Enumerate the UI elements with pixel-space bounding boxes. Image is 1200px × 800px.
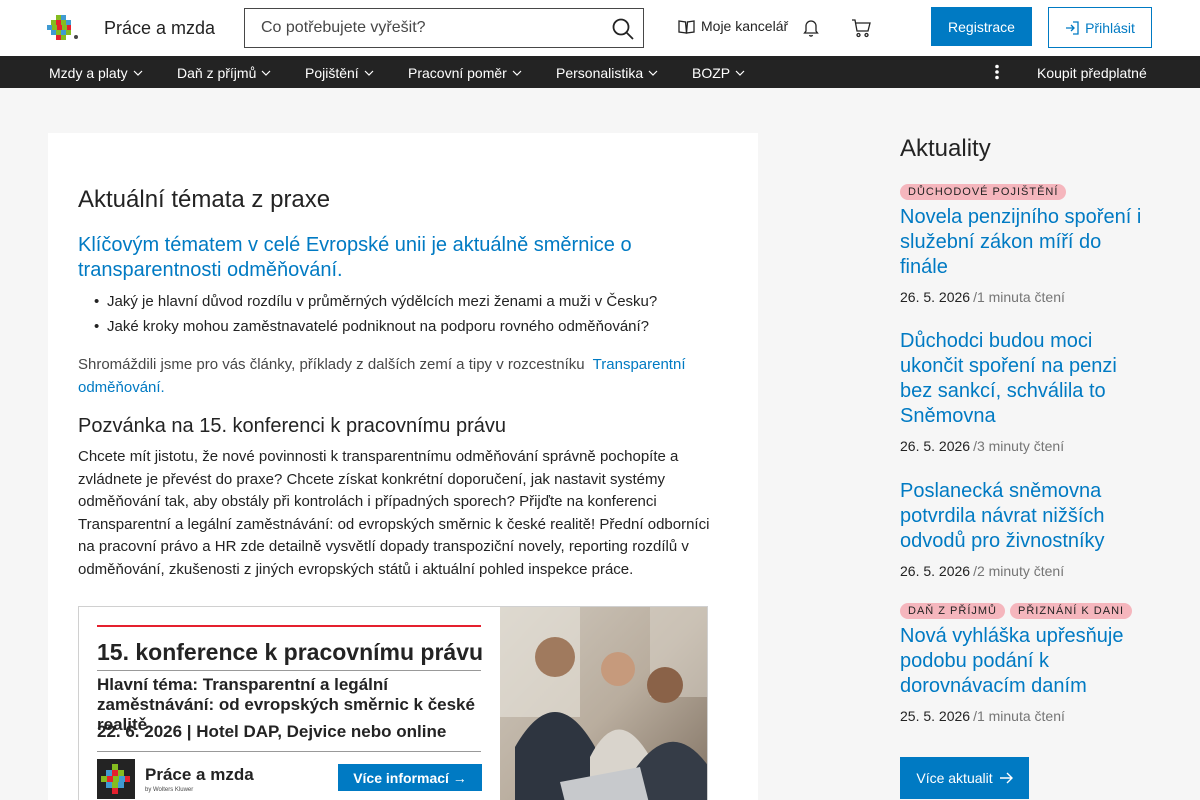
chevron-down-icon <box>364 70 374 76</box>
conference-photo <box>500 607 707 800</box>
login-label: Přihlásit <box>1085 19 1135 36</box>
divider <box>97 670 481 671</box>
news-read-time: /3 minuty čtení <box>973 438 1065 454</box>
intro-text: Shromáždili jsme pro vás články, příklad… <box>78 356 585 373</box>
site-header: Práce a mzda Moje kancelář Registrace Př… <box>0 0 1200 56</box>
search-icon[interactable] <box>611 17 635 41</box>
search-box <box>244 8 644 48</box>
news-meta: 26. 5. 2026/3 minuty čtení <box>900 438 1064 454</box>
conference-banner[interactable]: 15. konference k pracovnímu právu Hlavní… <box>78 606 708 800</box>
register-button[interactable]: Registrace <box>931 7 1032 46</box>
chevron-down-icon <box>735 70 745 76</box>
lead-article-link[interactable]: Klíčovým tématem v celé Evropské unii je… <box>78 233 718 283</box>
nav-item-dan[interactable]: Daň z příjmů <box>177 65 271 81</box>
chevron-down-icon <box>133 70 143 76</box>
news-title-link[interactable]: Poslanecká sněmovna potvrdila návrat niž… <box>900 479 1148 554</box>
news-meta: 26. 5. 2026/1 minuta čtení <box>900 289 1065 305</box>
nav-item-bozp[interactable]: BOZP <box>692 65 745 81</box>
news-date: 26. 5. 2026 <box>900 289 971 305</box>
page-title: Aktuální témata z praxe <box>78 186 331 213</box>
login-button[interactable]: Přihlásit <box>1048 7 1152 48</box>
nav-item-label: Mzdy a platy <box>49 65 128 81</box>
news-meta: 26. 5. 2026/2 minuty čtení <box>900 563 1064 579</box>
bell-icon[interactable] <box>803 19 819 37</box>
more-news-button[interactable]: Více aktualit <box>900 757 1029 799</box>
conference-paragraph: Chcete mít jistotu, že nové povinnosti k… <box>78 448 710 578</box>
news-date: 25. 5. 2026 <box>900 708 971 724</box>
category-tag[interactable]: DAŇ Z PŘÍJMŮ <box>900 603 1005 619</box>
more-news-label: Více aktualit <box>916 770 993 786</box>
news-date: 26. 5. 2026 <box>900 438 971 454</box>
buy-subscription-link[interactable]: Koupit předplatné <box>1037 65 1147 81</box>
search-input[interactable] <box>245 9 585 47</box>
divider <box>97 751 481 752</box>
news-date: 26. 5. 2026 <box>900 563 971 579</box>
list-item: Jaký je hlavní důvod rozdílu v průměrnýc… <box>94 293 657 318</box>
chevron-down-icon <box>261 70 271 76</box>
banner-brand-sub: by Wolters Kluwer <box>145 787 194 793</box>
news-section-title: Aktuality <box>900 135 991 162</box>
nav-item-label: BOZP <box>692 65 731 81</box>
my-office-link[interactable]: Moje kancelář <box>678 18 788 34</box>
wolters-kluwer-logo-icon[interactable] <box>47 15 79 41</box>
login-icon <box>1066 20 1079 35</box>
section-heading: Pozvánka na 15. konferenci k pracovnímu … <box>78 415 507 437</box>
chevron-down-icon <box>648 70 658 76</box>
more-info-button[interactable]: Více informací → <box>338 764 482 791</box>
book-icon <box>678 19 695 34</box>
my-office-label: Moje kancelář <box>701 18 789 34</box>
nav-item-mzdy[interactable]: Mzdy a platy <box>49 65 143 81</box>
nav-item-personalistika[interactable]: Personalistika <box>556 65 658 81</box>
bullet-list: Jaký je hlavní důvod rozdílu v průměrnýc… <box>94 293 657 343</box>
banner-brand: Práce a mzda <box>145 765 254 784</box>
banner-title: 15. konference k pracovnímu právu <box>97 639 484 665</box>
nav-item-label: Personalistika <box>556 65 644 81</box>
banner-date-place: 22. 6. 2026 | Hotel DAP, Dejvice nebo on… <box>97 722 447 741</box>
news-meta: 25. 5. 2026/1 minuta čtení <box>900 708 1065 724</box>
chevron-down-icon <box>512 70 522 76</box>
divider <box>97 625 481 627</box>
nav-item-label: Daň z příjmů <box>177 65 257 81</box>
intro-paragraph: Shromáždili jsme pro vás články, příklad… <box>78 353 718 399</box>
news-title-link[interactable]: Nová vyhláška upřesňuje podobu podání k … <box>900 624 1148 699</box>
nav-item-pracovni-pomer[interactable]: Pracovní poměr <box>408 65 522 81</box>
main-content-card: Aktuální témata z praxe Klíčovým tématem… <box>48 133 758 800</box>
arrow-right-icon <box>999 772 1013 784</box>
nav-item-pojisteni[interactable]: Pojištění <box>305 65 374 81</box>
news-read-time: /1 minuta čtení <box>973 708 1065 724</box>
news-read-time: /1 minuta čtení <box>973 289 1065 305</box>
brand-name[interactable]: Práce a mzda <box>104 18 215 39</box>
category-tag[interactable]: DŮCHODOVÉ POJIŠTĚNÍ <box>900 184 1067 200</box>
more-vertical-icon[interactable] <box>994 64 1000 80</box>
list-item: Jaké kroky mohou zaměstnavatelé podnikno… <box>94 318 657 343</box>
news-read-time: /2 minuty čtení <box>973 563 1065 579</box>
news-title-link[interactable]: Důchodci budou moci ukončit spoření na p… <box>900 329 1148 429</box>
main-nav: Mzdy a platy Daň z příjmů Pojištění Prac… <box>0 56 1200 88</box>
nav-item-label: Pracovní poměr <box>408 65 507 81</box>
news-title-link[interactable]: Novela penzijního spoření i služební zák… <box>900 205 1148 280</box>
cart-icon[interactable] <box>851 18 871 38</box>
nav-item-label: Pojištění <box>305 65 359 81</box>
category-tag[interactable]: PŘIZNÁNÍ K DANI <box>1010 603 1133 619</box>
brand-logo-icon <box>97 759 135 799</box>
